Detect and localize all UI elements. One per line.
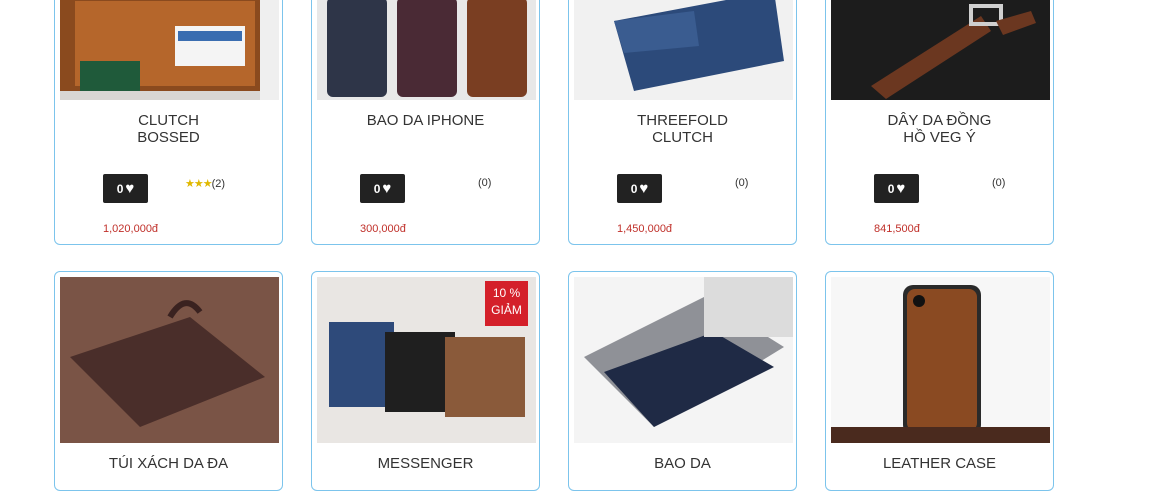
product-price: 841,500đ [874, 223, 920, 235]
product-card[interactable]: THREEFOLD CLUTCH 0 ♥ (0) 1,450,000đ [568, 0, 797, 245]
like-button[interactable]: 0 ♥ [103, 174, 148, 203]
rating-count: (0) [992, 177, 1006, 189]
like-button[interactable]: 0 ♥ [360, 174, 405, 203]
product-card[interactable]: 10 % GIẢM MESSENGER [311, 271, 540, 491]
product-title[interactable]: BAO DA IPHONE [322, 112, 529, 129]
rating-count: (2) [211, 178, 226, 190]
product-image[interactable] [574, 0, 793, 100]
product-card[interactable]: DÂY DA ĐỒNG HỒ VEG Ý 0 ♥ (0) 841,500đ [825, 0, 1054, 245]
like-button[interactable]: 0 ♥ [617, 174, 662, 203]
rating-count: (0) [478, 177, 492, 189]
rating: (0) [478, 177, 491, 189]
product-title[interactable]: DÂY DA ĐỒNG HỒ VEG Ý [836, 112, 1043, 146]
product-image[interactable] [317, 0, 536, 100]
rating-count: (0) [735, 177, 749, 189]
product-image[interactable] [831, 277, 1050, 443]
heart-icon: ♥ [896, 180, 906, 197]
product-image[interactable] [60, 0, 279, 100]
product-price: 1,020,000đ [103, 223, 159, 235]
product-image[interactable] [831, 0, 1050, 100]
product-title[interactable]: MESSENGER [322, 455, 529, 472]
product-title[interactable]: TÚI XÁCH DA ĐA [65, 455, 272, 472]
product-title[interactable]: CLUTCH BOSSED [65, 112, 272, 146]
rating: ★★★(2) [185, 177, 225, 190]
star-icons: ★★★ [185, 178, 213, 190]
product-card[interactable]: BAO DA [568, 271, 797, 491]
heart-icon: ♥ [125, 180, 135, 197]
product-card[interactable]: LEATHER CASE [825, 271, 1054, 491]
product-title[interactable]: THREEFOLD CLUTCH [579, 112, 786, 146]
product-card[interactable]: CLUTCH BOSSED 0 ♥ ★★★(2) 1,020,000đ [54, 0, 283, 245]
heart-icon: ♥ [382, 180, 392, 197]
product-card[interactable]: BAO DA IPHONE 0 ♥ (0) 300,000đ [311, 0, 540, 245]
product-title[interactable]: BAO DA [579, 455, 786, 472]
product-title[interactable]: LEATHER CASE [836, 455, 1043, 472]
product-image[interactable] [60, 277, 279, 443]
rating: (0) [992, 177, 1005, 189]
product-image[interactable] [574, 277, 793, 443]
product-price: 1,450,000đ [617, 223, 673, 235]
product-price: 300,000đ [360, 223, 406, 235]
like-button[interactable]: 0 ♥ [874, 174, 919, 203]
heart-icon: ♥ [639, 180, 649, 197]
product-card[interactable]: TÚI XÁCH DA ĐA [54, 271, 283, 491]
product-image[interactable]: 10 % GIẢM [317, 277, 536, 443]
discount-badge: 10 % GIẢM [485, 281, 528, 326]
rating: (0) [735, 177, 748, 189]
